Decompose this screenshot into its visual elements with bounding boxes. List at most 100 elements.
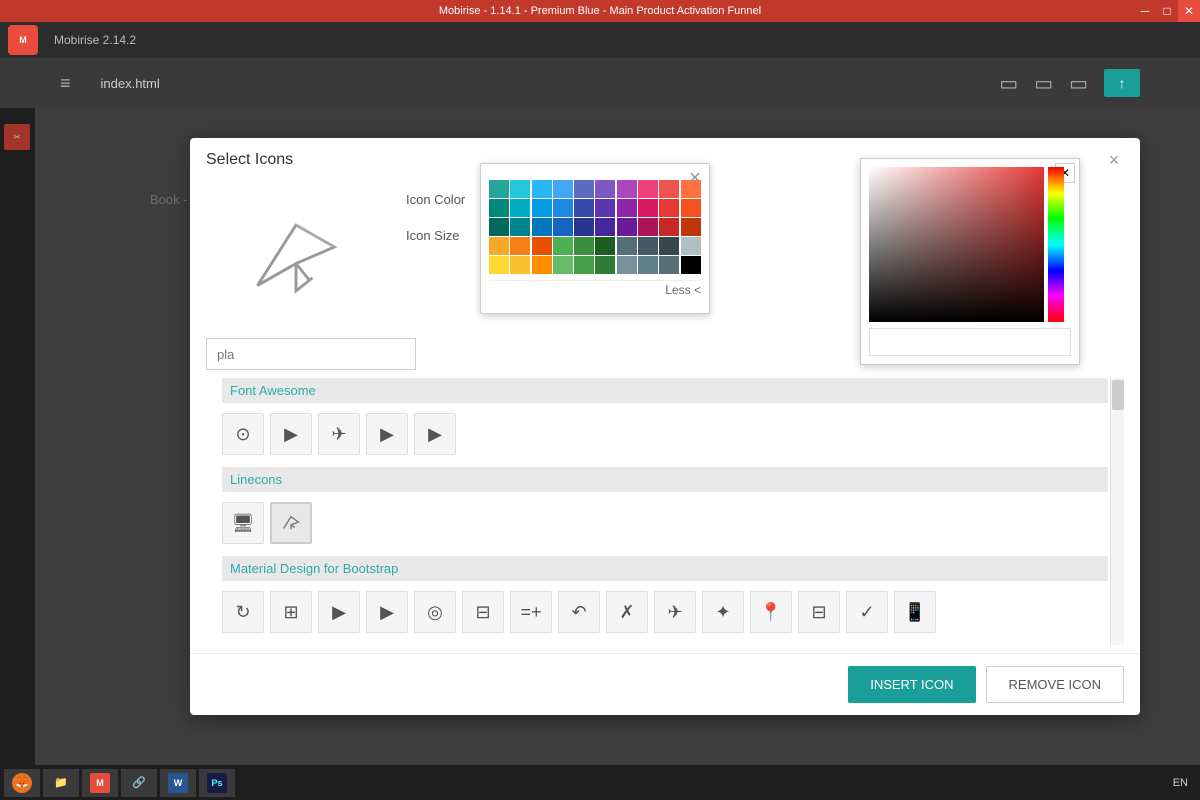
color-teal-d[interactable] [489, 199, 509, 217]
color-grey-light[interactable] [681, 237, 701, 255]
icon-btn-play-outline[interactable]: ◎ [414, 591, 456, 633]
icon-grid-area[interactable]: Font Awesome ⊙ ▶ ✈ ▶ ▶ Linecons [206, 378, 1124, 645]
color-green-d[interactable] [574, 237, 594, 255]
icon-btn-refresh[interactable]: ↻ [222, 591, 264, 633]
taskbar-btn-files[interactable]: 📁 [43, 769, 79, 797]
icon-btn-play-circle-2[interactable]: ▶ [366, 413, 408, 455]
layout-icon-2[interactable]: ▭ [1034, 71, 1053, 96]
color-red[interactable] [659, 180, 679, 198]
icon-btn-play-m[interactable]: ▶ [318, 591, 360, 633]
modal-close-button[interactable]: × [1104, 150, 1124, 170]
color-red-dd[interactable] [659, 218, 679, 236]
layout-icon-3[interactable]: ▭ [1069, 71, 1088, 96]
color-cyan-d[interactable] [510, 199, 530, 217]
color-lb-d[interactable] [532, 199, 552, 217]
color-bluegrey-3[interactable] [659, 256, 679, 274]
color-cyan-dd[interactable] [510, 218, 530, 236]
taskbar-btn-filezilla[interactable]: 🔗 [121, 769, 157, 797]
minimize-button[interactable]: ─ [1134, 0, 1156, 22]
icon-btn-location[interactable]: 📍 [750, 591, 792, 633]
color-green-dm[interactable] [595, 256, 615, 274]
taskbar-btn-firefox[interactable]: 🦊 [4, 769, 40, 797]
taskbar-btn-word[interactable]: W [160, 769, 196, 797]
color-violet-d[interactable] [617, 199, 637, 217]
color-orange-d[interactable] [681, 199, 701, 217]
icon-btn-check[interactable]: ✓ [846, 591, 888, 633]
color-amber[interactable] [510, 237, 530, 255]
insert-icon-button[interactable]: INSERT ICON [848, 666, 975, 703]
icon-btn-play-circle[interactable]: ⊙ [222, 413, 264, 455]
icon-btn-replay[interactable]: ↶ [558, 591, 600, 633]
color-violet[interactable] [617, 180, 637, 198]
remove-icon-button[interactable]: REMOVE ICON [986, 666, 1124, 703]
maximize-button[interactable]: □ [1156, 0, 1178, 22]
color-green[interactable] [553, 237, 573, 255]
color-green-l[interactable] [553, 256, 573, 274]
color-violet-dd[interactable] [617, 218, 637, 236]
color-canvas-area [869, 167, 1071, 322]
color-lightblue[interactable] [532, 180, 552, 198]
taskbar-btn-mobirise[interactable]: M [82, 769, 118, 797]
color-teal[interactable] [489, 180, 509, 198]
taskbar-btn-photoshop[interactable]: Ps [199, 769, 235, 797]
icon-btn-paper-plane[interactable] [270, 502, 312, 544]
color-purple[interactable] [595, 180, 615, 198]
hue-bar[interactable] [1048, 167, 1064, 322]
less-link[interactable]: Less < [665, 283, 701, 297]
color-deeporange[interactable] [532, 237, 552, 255]
icon-btn-monitor[interactable]: 🖥 [222, 502, 264, 544]
color-grey-2[interactable] [638, 237, 658, 255]
color-black[interactable] [681, 256, 701, 274]
icon-btn-shop[interactable]: ⊟ [798, 591, 840, 633]
color-deeporange-l[interactable] [532, 256, 552, 274]
color-pink[interactable] [638, 180, 658, 198]
mobirise-taskbar-icon: M [90, 773, 110, 793]
scrollbar-track[interactable] [1110, 378, 1124, 645]
color-orange-dd[interactable] [681, 218, 701, 236]
color-amber-l[interactable] [510, 256, 530, 274]
color-grey-3[interactable] [659, 237, 679, 255]
color-yellow[interactable] [489, 237, 509, 255]
color-red-d[interactable] [659, 199, 679, 217]
icon-btn-tablet-m[interactable]: 📱 [894, 591, 936, 633]
icon-btn-play[interactable]: ▶ [270, 413, 312, 455]
close-button[interactable]: ✕ [1178, 0, 1200, 22]
color-picker-close[interactable]: ✕ [685, 168, 705, 188]
icon-btn-playlist[interactable]: =+ [510, 591, 552, 633]
menu-icon[interactable]: ≡ [60, 73, 71, 94]
layout-icon-1[interactable]: ▭ [999, 71, 1018, 96]
color-blue[interactable] [553, 180, 573, 198]
color-indigo-dd[interactable] [574, 218, 594, 236]
color-pink-dd[interactable] [638, 218, 658, 236]
icon-btn-play-rect[interactable]: ▶ [414, 413, 456, 455]
icon-btn-tablet[interactable]: ⊞ [270, 591, 312, 633]
color-green-dd[interactable] [595, 237, 615, 255]
color-indigo[interactable] [574, 180, 594, 198]
color-grey-1[interactable] [617, 237, 637, 255]
color-pink-d[interactable] [638, 199, 658, 217]
icon-btn-airplane-m[interactable]: ✈ [654, 591, 696, 633]
scrollbar-thumb[interactable] [1112, 380, 1124, 410]
icon-btn-star[interactable]: ✦ [702, 591, 744, 633]
upload-button[interactable]: ↑ [1104, 69, 1140, 97]
icon-btn-no-fly[interactable]: ✗ [606, 591, 648, 633]
hex-input[interactable] [869, 328, 1071, 356]
icon-btn-plane[interactable]: ✈ [318, 413, 360, 455]
color-blue-d[interactable] [553, 199, 573, 217]
color-bluegrey-2[interactable] [638, 256, 658, 274]
color-cyan[interactable] [510, 180, 530, 198]
color-purple-d[interactable] [595, 199, 615, 217]
search-input[interactable] [206, 338, 416, 370]
gradient-area[interactable] [869, 167, 1044, 322]
icon-row-fa: ⊙ ▶ ✈ ▶ ▶ [222, 409, 1108, 459]
color-lb-dd[interactable] [532, 218, 552, 236]
icon-btn-bag[interactable]: ⊟ [462, 591, 504, 633]
color-blue-dd[interactable] [553, 218, 573, 236]
color-green-m[interactable] [574, 256, 594, 274]
color-indigo-d[interactable] [574, 199, 594, 217]
color-purple-dd[interactable] [595, 218, 615, 236]
color-bluegrey-1[interactable] [617, 256, 637, 274]
color-yellow-l[interactable] [489, 256, 509, 274]
color-teal-dd[interactable] [489, 218, 509, 236]
icon-btn-play-circle-m[interactable]: ▶ [366, 591, 408, 633]
